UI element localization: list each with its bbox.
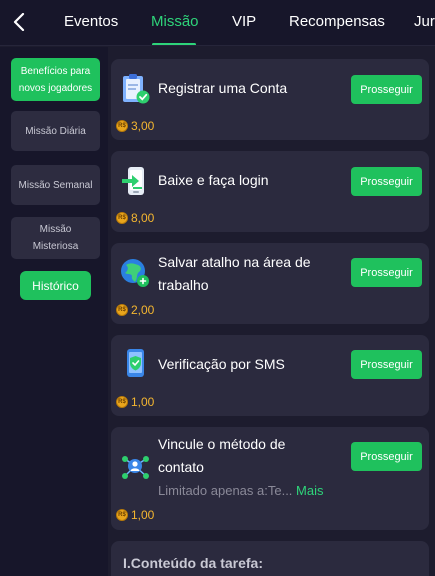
- reward-value: 8,00: [131, 211, 155, 225]
- reward-amount: R$ 3,00: [116, 119, 154, 133]
- task-title: Salvar atalho na área de trabalho: [158, 254, 311, 293]
- history-button[interactable]: Histórico: [20, 271, 91, 300]
- more-link[interactable]: Mais: [296, 483, 323, 498]
- coin-icon: R$: [116, 396, 128, 408]
- sidebar-item-new-players[interactable]: Benefícios para novos jogadores: [11, 58, 100, 101]
- task-card: Verificação por SMS Prosseguir R$ 1,00: [111, 335, 429, 416]
- proceed-button[interactable]: Prosseguir: [351, 442, 422, 471]
- coin-icon: R$: [116, 509, 128, 521]
- top-nav: Eventos Missão VIP Recompensas Jur: [0, 0, 435, 46]
- reward-value: 1,00: [131, 508, 155, 522]
- task-title: Registrar uma Conta: [158, 80, 288, 96]
- reward-amount: R$ 8,00: [116, 211, 154, 225]
- globe-link-icon: [119, 257, 151, 289]
- tab-vip[interactable]: VIP: [232, 13, 256, 31]
- sidebar-item-label: Benefícios para: [20, 65, 91, 77]
- reward-amount: R$ 2,00: [116, 303, 154, 317]
- clipboard-check-icon: [119, 73, 151, 105]
- tab-missao[interactable]: Missão: [151, 13, 199, 31]
- sidebar-item-label: Missão Diária: [25, 125, 86, 137]
- task-title: Vincule o método de contato: [158, 436, 286, 475]
- task-card: Registrar uma Conta Prosseguir R$ 3,00: [111, 59, 429, 140]
- task-title: Verificação por SMS: [158, 356, 285, 372]
- phone-download-icon: [119, 165, 151, 197]
- task-card: Baixe e faça login Prosseguir R$ 8,00: [111, 151, 429, 232]
- task-content-section: I.Conteúdo da tarefa:: [111, 541, 429, 576]
- sidebar-item-daily[interactable]: Missão Diária: [11, 111, 100, 151]
- tab-eventos[interactable]: Eventos: [64, 13, 118, 31]
- app: Eventos Missão VIP Recompensas Jur Benef…: [0, 0, 435, 576]
- reward-amount: R$ 1,00: [116, 395, 154, 409]
- coin-icon: R$: [116, 304, 128, 316]
- sidebar-item-label: Missão Semanal: [18, 179, 93, 191]
- task-card: Vincule o método de contato Limitado ape…: [111, 427, 429, 530]
- sidebar-item-weekly[interactable]: Missão Semanal: [11, 165, 100, 205]
- reward-value: 2,00: [131, 303, 155, 317]
- coin-icon: R$: [116, 212, 128, 224]
- sidebar: Benefícios para novos jogadores Missão D…: [0, 47, 108, 576]
- sidebar-item-label: novos jogadores: [18, 82, 93, 94]
- contact-network-icon: [119, 451, 151, 483]
- sidebar-item-label: Missão: [39, 224, 72, 235]
- tab-juros[interactable]: Jur: [414, 13, 435, 31]
- task-content-title: I.Conteúdo da tarefa:: [123, 555, 264, 571]
- sidebar-item-label: Misteriosa: [32, 241, 79, 252]
- proceed-button[interactable]: Prosseguir: [351, 167, 422, 196]
- back-icon[interactable]: [8, 10, 30, 34]
- task-title: Baixe e faça login: [158, 172, 269, 188]
- reward-value: 3,00: [131, 119, 155, 133]
- coin-icon: R$: [116, 120, 128, 132]
- sidebar-item-mystery[interactable]: Missão Misteriosa: [11, 217, 100, 259]
- proceed-button[interactable]: Prosseguir: [351, 75, 422, 104]
- task-limit-text: Limitado apenas a:Te...: [158, 483, 293, 498]
- task-card: Salvar atalho na área de trabalho Prosse…: [111, 243, 429, 324]
- phone-shield-icon: [119, 347, 151, 379]
- proceed-button[interactable]: Prosseguir: [351, 258, 422, 287]
- tab-recompensas[interactable]: Recompensas: [289, 13, 385, 31]
- active-tab-indicator: [152, 43, 196, 45]
- reward-value: 1,00: [131, 395, 155, 409]
- task-subtitle: Limitado apenas a:Te... Mais: [158, 483, 324, 498]
- reward-amount: R$ 1,00: [116, 508, 154, 522]
- proceed-button[interactable]: Prosseguir: [351, 350, 422, 379]
